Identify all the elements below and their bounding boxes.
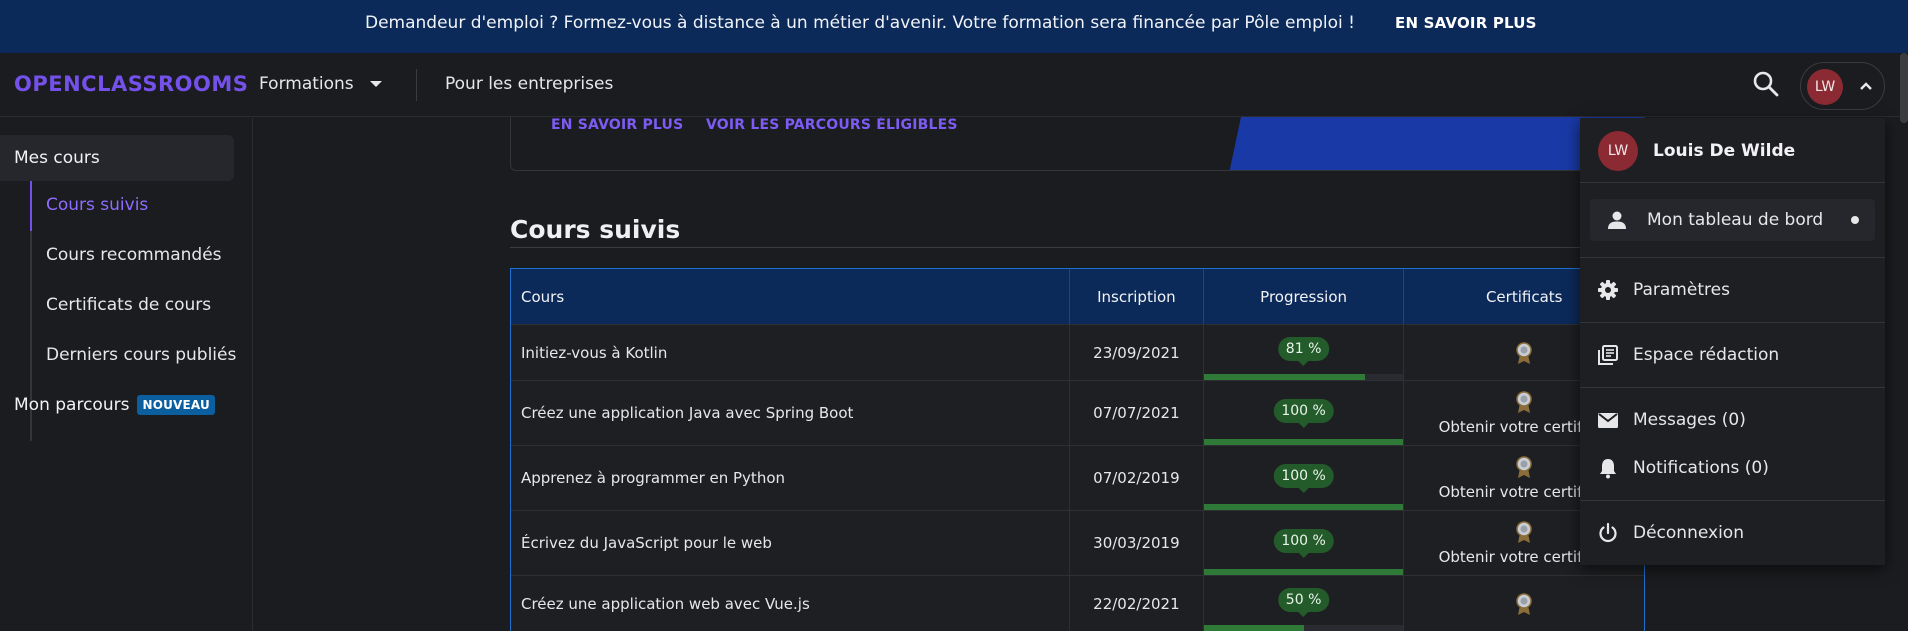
menu-item-tableau-de-bord[interactable]: Mon tableau de bord [1590,199,1875,241]
sidebar-item-mes-cours[interactable]: Mes cours [0,135,234,181]
menu-item-messages[interactable]: Messages (0) [1580,399,1885,441]
active-indicator [30,181,32,231]
certificate-medal-icon [1516,456,1532,478]
progress-fill [1203,625,1304,631]
new-badge: NOUVEAU [137,395,215,415]
avatar: LW [1807,69,1843,105]
enrollment-date: 23/09/2021 [1070,325,1204,380]
user-name: Louis De Wilde [1653,141,1796,161]
sidebar-item-mon-parcours[interactable]: Mon parcours NOUVEAU [14,395,215,415]
certificate-medal-icon [1516,592,1532,615]
column-header-inscription: Inscription [1070,269,1204,324]
top-navigation: OPENCLASSROOMS Formations Pour les entre… [0,53,1908,117]
caret-down-icon [369,81,382,87]
sidebar-item-label: Mon parcours [14,395,130,415]
certificate-medal-icon [1516,341,1532,364]
menu-item-deconnexion[interactable]: Déconnexion [1580,512,1885,554]
avatar: LW [1598,131,1638,171]
sidebar: Mes cours Cours suivis Cours recommandés… [0,118,253,631]
title-divider [510,247,1645,248]
progress-cell: 50 % [1203,576,1405,631]
person-icon [1608,211,1626,229]
enrollment-date: 30/03/2019 [1070,511,1204,575]
openclassrooms-logo[interactable]: OPENCLASSROOMS [14,72,248,96]
sidebar-item-cours-recommandes[interactable]: Cours recommandés [46,245,222,265]
banner-message: Demandeur d'emploi ? Formez-vous à dista… [365,13,1355,33]
progress-label: 100 % [1273,529,1334,558]
course-title-link[interactable]: Écrivez du JavaScript pour le web [511,511,1071,575]
progress-label: 50 % [1277,588,1330,617]
course-title-link[interactable]: Apprenez à programmer en Python [511,446,1071,510]
entreprises-link[interactable]: Pour les entreprises [445,74,613,94]
menu-item-espace-redaction[interactable]: Espace rédaction [1580,334,1885,376]
nav-divider [416,69,417,101]
table-row[interactable]: Écrivez du JavaScript pour le web 30/03/… [511,510,1644,575]
power-icon [1599,522,1617,543]
menu-divider [1580,500,1885,501]
enrollment-date: 07/02/2019 [1070,446,1204,510]
course-title-link[interactable]: Créez une application Java avec Spring B… [511,381,1071,445]
promo-eligible-paths-link[interactable]: VOIR LES PARCOURS ÉLIGIBLES [706,117,958,133]
progress-cell: 100 % [1203,381,1405,445]
sidebar-item-certificats[interactable]: Certificats de cours [46,295,211,315]
table-row[interactable]: Créez une application Java avec Spring B… [511,380,1644,445]
certificate-medal-icon [1516,521,1532,543]
mail-icon [1598,413,1618,428]
bell-icon [1600,459,1616,479]
menu-item-label: Notifications (0) [1633,458,1769,478]
enrollment-date: 07/07/2021 [1070,381,1204,445]
search-icon[interactable] [1752,70,1780,98]
menu-divider [1580,322,1885,323]
menu-item-label: Messages (0) [1633,410,1746,430]
promo-learn-more-link[interactable]: EN SAVOIR PLUS [551,117,683,133]
formations-menu[interactable]: Formations [259,74,382,94]
certificate-cell [1404,576,1644,631]
menu-divider [1580,182,1885,183]
menu-item-label: Paramètres [1633,280,1730,300]
sidebar-item-derniers-cours[interactable]: Derniers cours publiés [46,345,236,365]
menu-item-label: Déconnexion [1633,523,1744,543]
table-header: Cours Inscription Progression Certificat… [511,269,1644,324]
progress-cell: 100 % [1203,511,1405,575]
page-scrollbar[interactable] [1900,53,1908,123]
banner-cta-link[interactable]: EN SAVOIR PLUS [1395,14,1537,32]
courses-table: Cours Inscription Progression Certificat… [510,268,1645,631]
menu-item-notifications[interactable]: Notifications (0) [1580,447,1885,489]
table-row[interactable]: Apprenez à programmer en Python 07/02/20… [511,445,1644,510]
page-title: Cours suivis [510,215,681,244]
chevron-up-icon [1860,82,1872,90]
progress-track [1203,625,1404,631]
menu-item-label: Espace rédaction [1633,345,1780,365]
progress-cell: 100 % [1203,446,1405,510]
gear-icon [1598,280,1618,300]
table-row[interactable]: Créez une application web avec Vue.js 22… [511,575,1644,631]
table-row[interactable]: Initiez-vous à Kotlin 23/09/2021 81 % [511,324,1644,380]
promo-banner: Demandeur d'emploi ? Formez-vous à dista… [0,0,1908,53]
menu-divider [1580,387,1885,388]
progress-label: 100 % [1273,399,1334,428]
enrollment-date: 22/02/2021 [1070,576,1204,631]
progress-label: 100 % [1273,464,1334,493]
library-books-icon [1598,345,1618,365]
column-header-progression: Progression [1204,269,1405,324]
progress-cell: 81 % [1203,325,1405,380]
course-title-link[interactable]: Initiez-vous à Kotlin [511,325,1071,380]
menu-item-label: Mon tableau de bord [1647,210,1824,230]
promo-card: EN SAVOIR PLUS VOIR LES PARCOURS ÉLIGIBL… [510,117,1645,171]
progress-label: 81 % [1277,337,1330,366]
account-dropdown: LW Louis De Wilde Mon tableau de bord Pa… [1580,118,1885,565]
certificate-medal-icon [1516,391,1532,413]
menu-item-parametres[interactable]: Paramètres [1580,269,1885,311]
notification-dot-icon [1851,216,1859,224]
formations-label: Formations [259,74,354,94]
sidebar-item-cours-suivis[interactable]: Cours suivis [46,195,148,215]
menu-divider [1580,257,1885,258]
course-title-link[interactable]: Créez une application web avec Vue.js [511,576,1071,631]
column-header-cours: Cours [511,269,1071,324]
account-menu-button[interactable]: LW [1800,62,1885,110]
